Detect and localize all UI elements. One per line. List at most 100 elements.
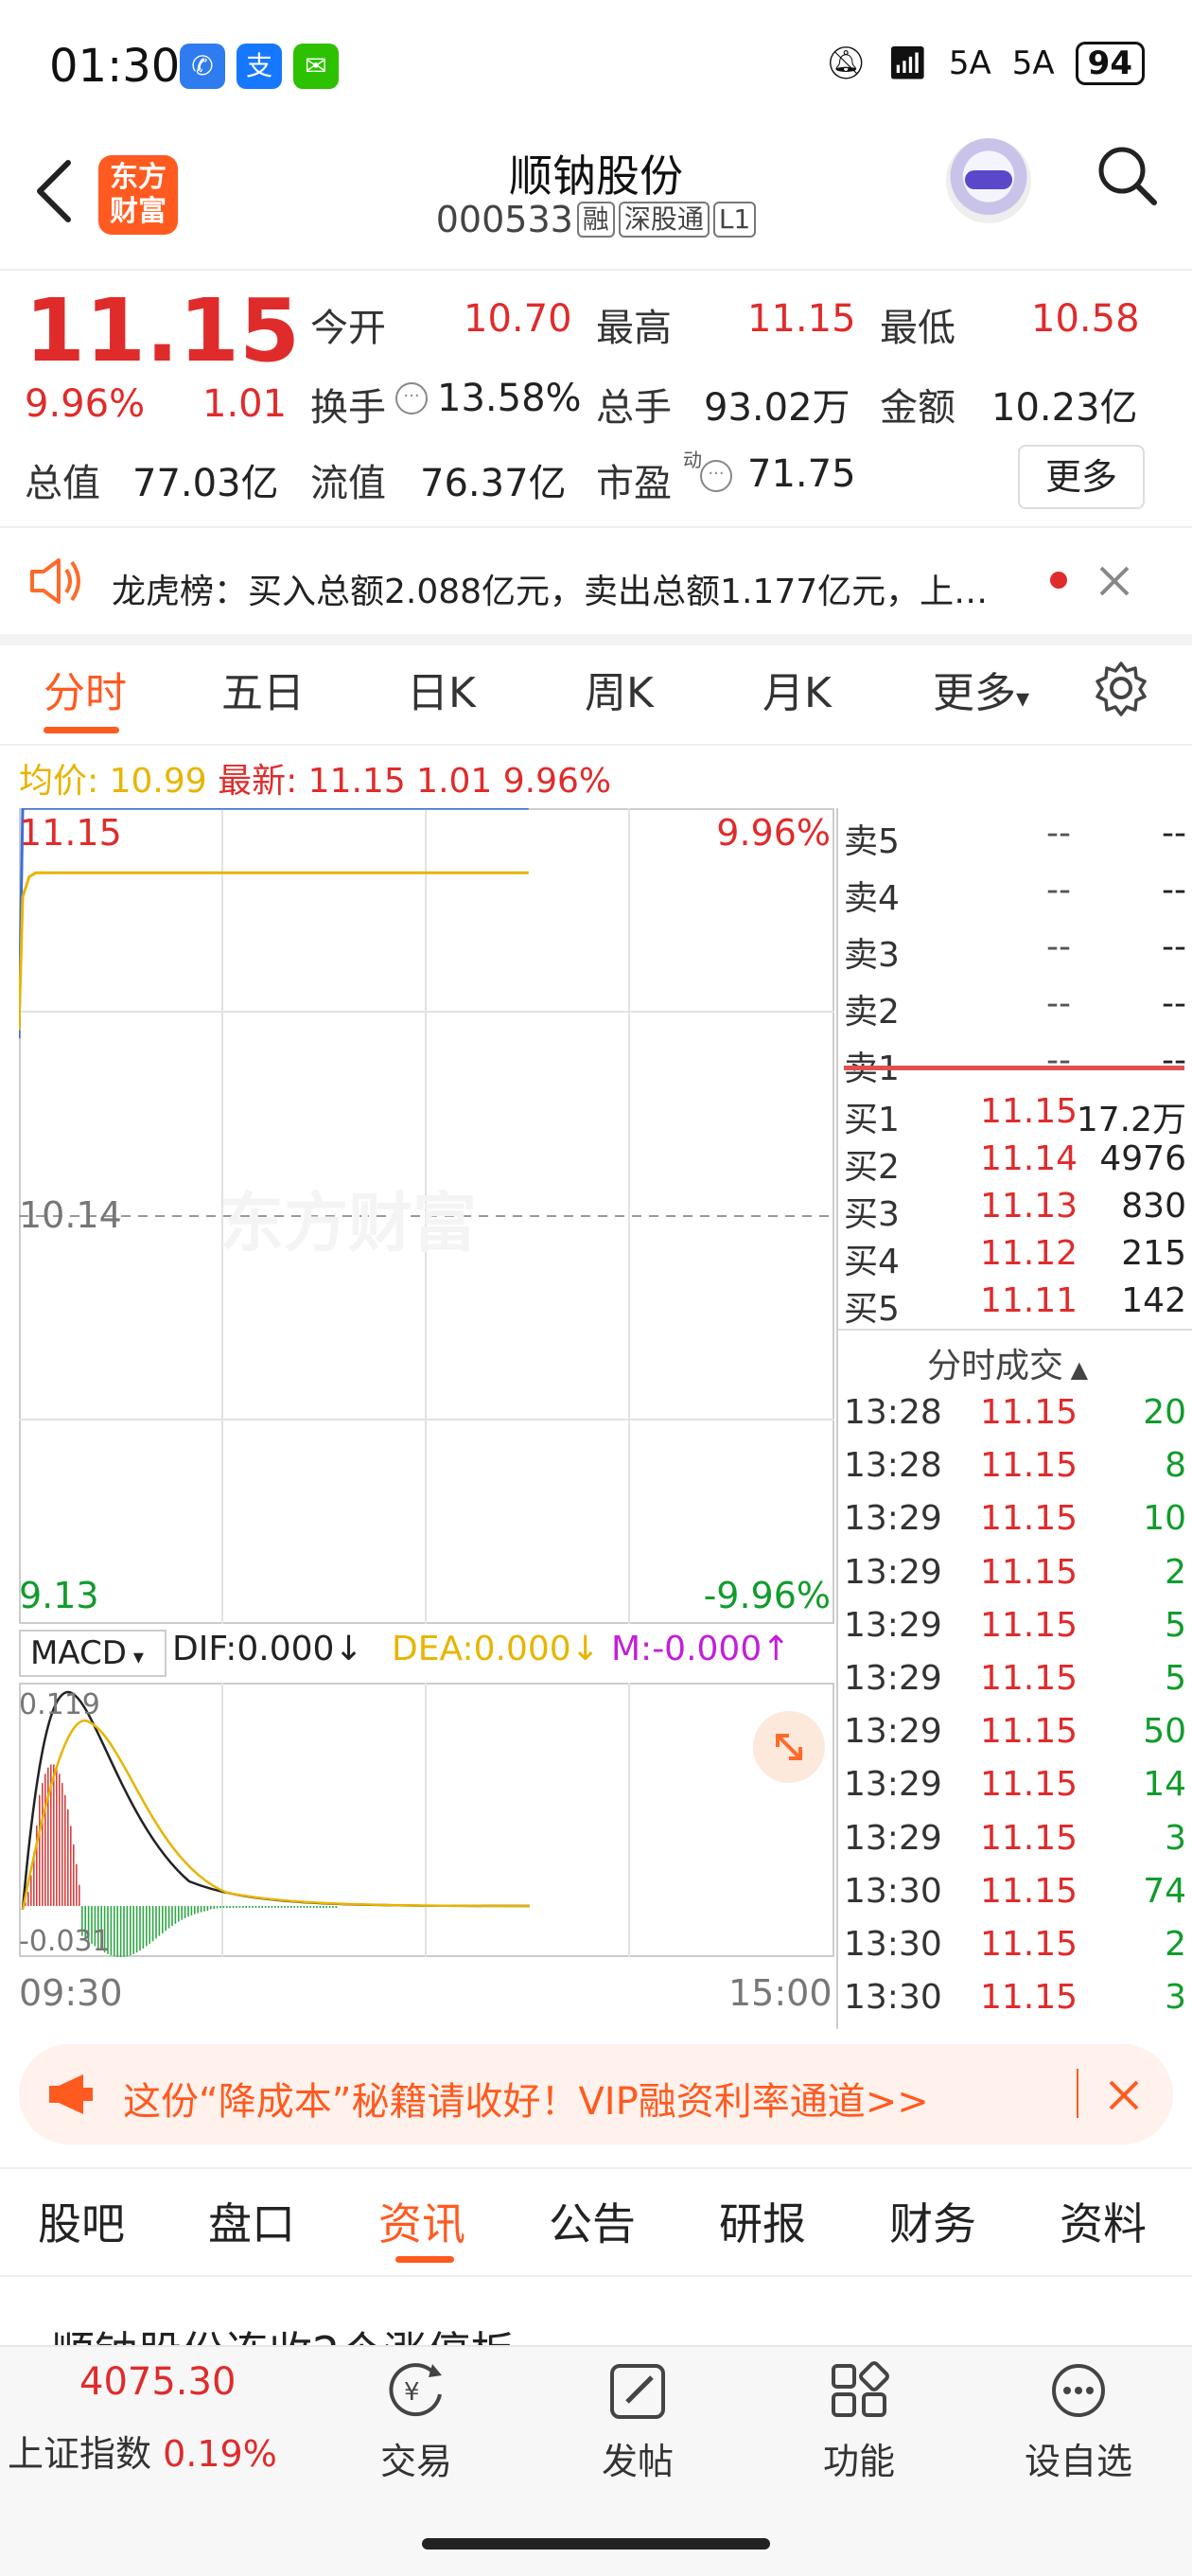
macd-bar-negative bbox=[162, 1906, 164, 1933]
bid-volume: 215 bbox=[1121, 1234, 1186, 1273]
divider bbox=[1077, 2069, 1078, 2118]
trade-time: 13:30 bbox=[844, 1871, 942, 1911]
macd-bar-negative bbox=[171, 1906, 173, 1927]
macd-bar-negative bbox=[184, 1906, 186, 1918]
macd-bar-positive bbox=[73, 1844, 75, 1906]
macd-bar-negative bbox=[236, 1906, 237, 1908]
trade-volume: 14 bbox=[1143, 1765, 1186, 1805]
more-button[interactable]: 更多 bbox=[1018, 445, 1145, 509]
post-button[interactable]: 发帖 bbox=[562, 2360, 713, 2484]
tab-research[interactable]: 研报 bbox=[719, 2190, 806, 2252]
dropdown-icon: ▾ bbox=[1016, 682, 1030, 714]
float-value: 76.37亿 bbox=[420, 462, 567, 505]
edit-icon bbox=[610, 2364, 665, 2419]
home-indicator[interactable] bbox=[422, 2538, 770, 2550]
tab-intraday[interactable]: 分时 bbox=[44, 659, 127, 719]
macd-bar-negative bbox=[271, 1906, 273, 1908]
trade-button[interactable]: ¥ 交易 bbox=[341, 2360, 492, 2484]
trade-price: 11.15 bbox=[980, 1765, 1078, 1805]
tab-monthly-k[interactable]: 月K bbox=[763, 659, 832, 719]
macd-bar-negative bbox=[261, 1906, 263, 1908]
close-icon[interactable] bbox=[1096, 562, 1133, 600]
signal-label: 5A bbox=[948, 44, 991, 82]
macd-bar-negative bbox=[307, 1906, 308, 1908]
macd-bar-negative bbox=[284, 1906, 286, 1908]
open-label: 今开 bbox=[310, 307, 386, 350]
trade-time: 13:30 bbox=[844, 1925, 942, 1964]
macd-selector[interactable]: MACD ▾ bbox=[19, 1630, 167, 1677]
search-icon[interactable] bbox=[1096, 144, 1160, 208]
macd-bar-negative bbox=[123, 1906, 125, 1957]
macd-bar-negative bbox=[190, 1906, 193, 1915]
macd-bar-negative bbox=[226, 1906, 228, 1908]
macd-bar-positive bbox=[47, 1767, 49, 1906]
macd-bar-negative bbox=[167, 1906, 170, 1929]
tab-news[interactable]: 资讯 bbox=[378, 2190, 465, 2252]
macd-bar-negative bbox=[213, 1906, 215, 1909]
index-row[interactable]: 上证指数 0.19% bbox=[8, 2425, 277, 2477]
macd-bar-negative bbox=[210, 1906, 212, 1910]
last-price: 11.15 bbox=[25, 280, 301, 381]
time-end: 15:00 bbox=[728, 1972, 833, 2014]
macd-bar-negative bbox=[110, 1906, 113, 1956]
add-watchlist-button[interactable]: 设自选 bbox=[1003, 2360, 1154, 2484]
wifi-icon: 📶︎ bbox=[886, 44, 928, 82]
tag-margin: 融 bbox=[576, 202, 615, 238]
tab-daily-k[interactable]: 日K bbox=[407, 659, 476, 719]
tab-five-day[interactable]: 五日 bbox=[221, 659, 305, 719]
status-bar: 01:30 ✆ 支 ✉ 🔕︎ 📶︎ 5A 5A 94 bbox=[0, 0, 1192, 132]
trade-price: 11.15 bbox=[980, 1712, 1078, 1752]
megaphone-icon bbox=[49, 2074, 93, 2114]
trades-title[interactable]: 分时成交 ▲ bbox=[927, 1338, 1088, 1387]
macd-chart[interactable] bbox=[19, 1683, 834, 1957]
ask-label: 卖4 bbox=[844, 879, 900, 918]
trade-price: 11.15 bbox=[980, 1605, 1078, 1645]
tab-more[interactable]: 更多▾ bbox=[933, 659, 1029, 719]
bid-label: 买5 bbox=[844, 1290, 900, 1329]
bid-volume: 142 bbox=[1121, 1281, 1186, 1320]
ask-volume: -- bbox=[1162, 871, 1186, 909]
info-icon[interactable]: ··· bbox=[700, 460, 732, 492]
macd-bar-negative bbox=[216, 1906, 219, 1909]
functions-button[interactable]: 功能 bbox=[783, 2360, 935, 2484]
macd-bar-negative bbox=[187, 1906, 189, 1917]
high-label: 最高 bbox=[596, 307, 672, 350]
dropdown-icon: ▾ bbox=[126, 1646, 144, 1669]
tab-announcements[interactable]: 公告 bbox=[549, 2190, 636, 2252]
macd-bar-negative bbox=[200, 1906, 202, 1913]
index-value[interactable]: 4075.30 bbox=[79, 2360, 236, 2404]
tag-level: L1 bbox=[712, 202, 757, 238]
info-icon[interactable]: ··· bbox=[395, 382, 428, 415]
macd-bar-positive bbox=[39, 1794, 41, 1906]
expand-button[interactable] bbox=[753, 1711, 825, 1783]
trade-label: 交易 bbox=[379, 2441, 452, 2482]
trade-volume: 5 bbox=[1165, 1659, 1186, 1698]
tab-profile[interactable]: 资料 bbox=[1060, 2190, 1147, 2252]
macd-bar-positive bbox=[27, 1892, 29, 1906]
close-icon[interactable] bbox=[1107, 2078, 1141, 2112]
settings-gear-icon[interactable] bbox=[1092, 659, 1150, 717]
macd-dea: DEA:0.000↓ bbox=[392, 1630, 600, 1668]
tag-connect: 深股通 bbox=[618, 202, 710, 238]
tab-weekly-k[interactable]: 周K bbox=[585, 659, 654, 719]
tab-financials[interactable]: 财务 bbox=[889, 2190, 976, 2252]
mktcap-value: 77.03亿 bbox=[132, 462, 279, 505]
unread-dot bbox=[1050, 572, 1067, 589]
trade-time: 13:29 bbox=[844, 1659, 942, 1698]
macd-bar-negative bbox=[181, 1906, 183, 1920]
tab-orderbook[interactable]: 盘口 bbox=[208, 2190, 295, 2252]
tab-indicator bbox=[44, 727, 119, 733]
trade-price: 11.15 bbox=[980, 1446, 1078, 1486]
macd-bar-negative bbox=[332, 1906, 334, 1908]
macd-bar-negative bbox=[274, 1906, 276, 1908]
tab-forum[interactable]: 股吧 bbox=[38, 2190, 125, 2252]
intraday-chart[interactable]: 东方财富 bbox=[19, 808, 834, 1624]
battery-level: 94 bbox=[1075, 42, 1145, 85]
volume-label: 总手 bbox=[596, 386, 672, 430]
assistant-robot-icon[interactable] bbox=[946, 138, 1031, 223]
change-pct: 9.96% bbox=[25, 382, 146, 426]
bid-volume: 830 bbox=[1121, 1187, 1186, 1226]
macd-bar-negative bbox=[114, 1906, 115, 1957]
macd-bar-negative bbox=[252, 1906, 254, 1908]
sort-up-icon: ▲ bbox=[1063, 1356, 1089, 1383]
